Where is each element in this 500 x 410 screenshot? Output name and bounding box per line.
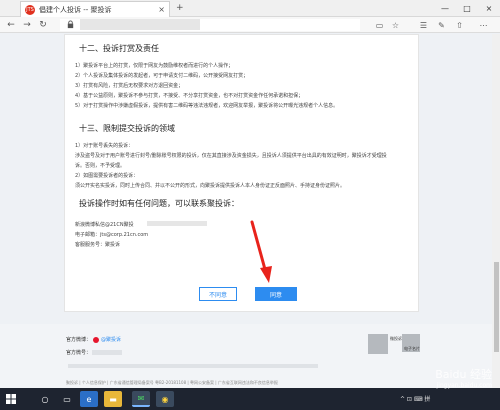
tab-title: 倡建个人投诉 -- 聚投诉 xyxy=(39,5,112,14)
contact-title: 投诉操作时如有任何问题，可以联系聚投诉： xyxy=(79,199,239,208)
windows-start-icon[interactable] xyxy=(0,388,22,410)
section12-item: 4）基于公益原则，聚投诉不参与打赏，不接受、不分享打赏资金，也不对打赏资金作任何… xyxy=(75,93,304,99)
footer-divider xyxy=(68,364,318,368)
contact-phone: 客服服务号：聚投诉 xyxy=(75,242,121,248)
section13-title: 十三、限制提交投诉的领域 xyxy=(79,124,175,133)
agree-button[interactable]: 同意 xyxy=(255,287,297,301)
qr1-label: 微投诉 xyxy=(390,336,402,341)
watermark-url: jingyan.baidu.com xyxy=(436,382,492,389)
new-tab-icon[interactable]: + xyxy=(176,3,184,13)
task-view-icon[interactable]: ▭ xyxy=(58,391,76,407)
reading-view-icon[interactable]: ▭ xyxy=(374,20,385,30)
section13-item: 1）对于账号丢失的投诉： xyxy=(75,143,134,149)
page-scrollbar[interactable] xyxy=(492,34,500,388)
weibo-icon xyxy=(93,337,99,343)
section12-title: 十二、投诉打赏及责任 xyxy=(79,44,159,53)
site-favicon-icon: JTS xyxy=(25,4,35,15)
close-window-button[interactable]: × xyxy=(478,0,500,17)
url-text-blurred xyxy=(80,19,200,30)
window-controls: — □ × xyxy=(434,0,500,17)
wechat-icon[interactable]: ✉ xyxy=(132,391,150,407)
favorites-hub-icon[interactable]: ☰ xyxy=(418,20,429,30)
section13-item: 2）如图需要投诉者的投诉： xyxy=(75,173,139,179)
edge-browser-icon[interactable]: e xyxy=(80,391,98,407)
scroll-thumb[interactable] xyxy=(494,262,499,352)
windows-taskbar: ○ ▭ e ▬ ✉ ◉ ^ ⊡ ⌨ 拼 xyxy=(0,388,500,410)
site-footer: 官方微博： @聚投诉 官方微号： 微投诉 电子名片 聚投诉 | 个人信息保护 |… xyxy=(0,324,500,388)
weibo-link[interactable]: @聚投诉 xyxy=(101,336,121,343)
more-menu-icon[interactable]: ⋯ xyxy=(478,20,489,30)
qr-code-icon xyxy=(368,334,388,354)
watermark-logo: Baidu 经验 xyxy=(435,368,492,381)
page-viewport: 十二、投诉打赏及责任 1）聚投诉平台上的打赏，仅限于网友为鼓励维权者而进行的个人… xyxy=(0,34,500,388)
refresh-icon[interactable]: ↻ xyxy=(36,19,50,31)
minimize-button[interactable]: — xyxy=(434,0,456,17)
redacted-text xyxy=(92,350,122,355)
section12-item: 2）个人投诉及集体投诉的发起者，可于申请支付二维码，公开接受网友打赏； xyxy=(75,73,249,79)
section12-item: 3）打赏有风险，打赏后无权要求对方退回资金； xyxy=(75,83,184,89)
weibo-label: 官方微博： xyxy=(66,337,92,343)
section13-item: 涉及盗号及对于用户账号进行封号/删除账号权限的投诉，仅在其直接涉及资金损失，且投… xyxy=(75,153,387,159)
section13-item: 诉。否则，不予受理。 xyxy=(75,163,126,169)
disagree-button[interactable]: 不同意 xyxy=(199,287,237,301)
section13-item: 须公开实名实投诉，同时上传合同、并以不公开的形式，向聚投诉提供投诉人本人身份证正… xyxy=(75,183,346,189)
lock-icon xyxy=(67,20,74,29)
contact-email: 电子邮箱：jts@corp.21cn.com xyxy=(75,232,149,238)
share-icon[interactable]: ⇧ xyxy=(454,20,465,30)
favorite-star-icon[interactable]: ☆ xyxy=(390,20,401,30)
address-bar: ← → ↻ ▭ ☆ ☰ ✎ ⇧ ⋯ xyxy=(0,17,500,33)
qr2-label: 电子名片 xyxy=(404,346,420,351)
pen-icon[interactable]: ✎ xyxy=(436,20,447,30)
file-explorer-icon[interactable]: ▬ xyxy=(104,391,122,407)
browser-titlebar: JTS 倡建个人投诉 -- 聚投诉 × + — □ × xyxy=(0,0,500,17)
copyright-text: 聚投诉 | 个人信息保护 | 广东省通信管理局备案号 粤B2-20181108 … xyxy=(66,380,278,385)
contact-weibo: 新浪微博私信@21CN聚投 xyxy=(75,222,134,228)
system-tray[interactable]: ^ ⊡ ⌨ 拼 xyxy=(400,394,430,403)
app-icon[interactable]: ◉ xyxy=(156,391,174,407)
maximize-button[interactable]: □ xyxy=(456,0,478,17)
back-icon[interactable]: ← xyxy=(4,19,18,31)
redacted-text xyxy=(147,221,207,226)
agreement-card: 十二、投诉打赏及责任 1）聚投诉平台上的打赏，仅限于网友为鼓励维权者而进行的个人… xyxy=(64,34,419,312)
section12-item: 5）对于打赏操作中涉嫌虚假投诉，提供有害二维码等违法违规者，欢迎网友举报，聚投诉… xyxy=(75,103,339,109)
forward-icon[interactable]: → xyxy=(20,19,34,31)
section12-item: 1）聚投诉平台上的打赏，仅限于网友为鼓励维权者而进行的个人操作； xyxy=(75,63,234,69)
search-icon[interactable]: ○ xyxy=(36,391,54,407)
tab-close-icon[interactable]: × xyxy=(158,5,165,14)
browser-tab[interactable]: JTS 倡建个人投诉 -- 聚投诉 × xyxy=(20,1,170,17)
wechat-label: 官方微号： xyxy=(66,350,92,356)
